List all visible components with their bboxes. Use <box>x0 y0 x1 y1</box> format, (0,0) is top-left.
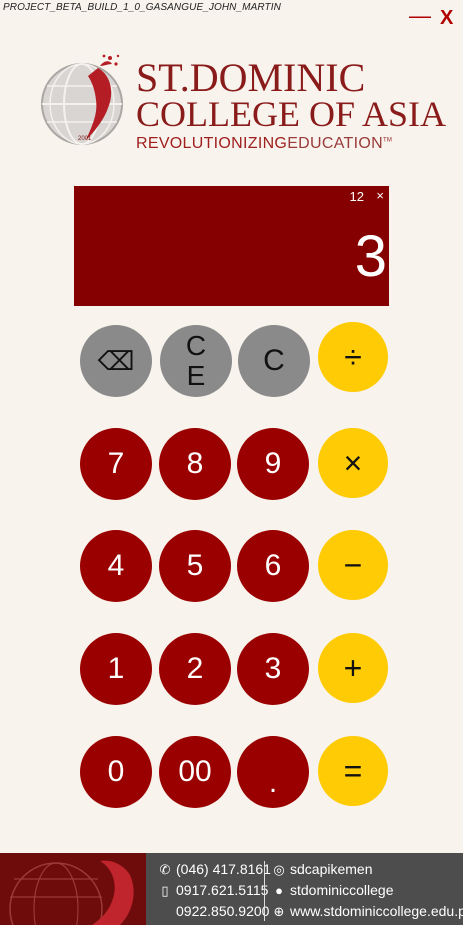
key-6[interactable]: 6 <box>237 530 309 602</box>
digit-count: 12 <box>349 189 364 204</box>
instagram-handle: sdcapikemen <box>290 861 373 877</box>
footer-banner: ✆ (046) 417.8161 ▯ 0917.621.5115 0922.850.… <box>0 853 463 925</box>
clear-button[interactable]: C <box>238 325 310 397</box>
mobile-number-2: 0922.850.9200 <box>176 903 270 919</box>
plus-button[interactable]: + <box>318 633 388 703</box>
backspace-button[interactable]: ⌫ <box>80 325 152 397</box>
college-logo: 2001 ST.DOMINIC COLLEGE OF ASIA REVOLUTI… <box>38 48 446 158</box>
globe-icon <box>41 54 123 145</box>
logo-tagline: REVOLUTIONIZINGEDUCATIONTM <box>136 135 393 152</box>
close-button[interactable]: X <box>440 8 453 28</box>
key-0[interactable]: 0 <box>80 736 152 808</box>
instagram-icon: ◎ <box>273 862 285 877</box>
globe-year: 2001 <box>78 136 92 142</box>
key-1[interactable]: 1 <box>80 633 152 705</box>
footer-artwork <box>0 853 146 925</box>
website-url: www.stdominiccollege.edu.ph <box>290 903 463 919</box>
equals-button[interactable]: = <box>318 736 388 806</box>
calculator-display: 12 × 3 <box>74 186 389 306</box>
key-8[interactable]: 8 <box>159 428 231 500</box>
multiply-button[interactable]: × <box>318 428 388 498</box>
backspace-icon: ⌫ <box>97 345 135 376</box>
key-2[interactable]: 2 <box>159 633 231 705</box>
phone-number: (046) 417.8161 <box>176 861 271 877</box>
logo-line1: ST.DOMINIC <box>136 55 366 100</box>
globe-web-icon: ⊕ <box>273 904 285 919</box>
divide-button[interactable]: ÷ <box>318 322 388 392</box>
key-9[interactable]: 9 <box>237 428 309 500</box>
minus-button[interactable]: − <box>318 530 388 600</box>
key-4[interactable]: 4 <box>80 530 152 602</box>
facebook-handle: stdominiccollege <box>290 882 394 898</box>
key-00[interactable]: 00 <box>159 736 231 808</box>
minimize-button[interactable]: — <box>409 5 431 27</box>
phone-icon: ✆ <box>159 862 171 877</box>
mobile-number-1: 0917.621.5115 <box>176 882 269 898</box>
mobile-icon: ▯ <box>161 883 169 898</box>
footer-divider <box>264 861 265 921</box>
contact-numbers: ✆ (046) 417.8161 ▯ 0917.621.5115 0922.850.… <box>158 859 271 922</box>
key-5[interactable]: 5 <box>159 530 231 602</box>
social-links: ◎ sdcapikemen ● stdominiccollege ⊕ www.stdo… <box>272 859 463 922</box>
window-title: PROJECT_BETA_BUILD_1_0_GASANGUE_JOHN_MAR… <box>3 2 281 13</box>
decimal-button[interactable]: . <box>237 736 309 808</box>
clear-entry-button[interactable]: CE <box>160 325 232 397</box>
key-7[interactable]: 7 <box>80 428 152 500</box>
key-3[interactable]: 3 <box>237 633 309 705</box>
display-value: 3 <box>354 224 387 289</box>
facebook-icon: ● <box>275 883 283 898</box>
clear-history-icon[interactable]: × <box>376 188 384 203</box>
logo-line2: COLLEGE OF ASIA <box>136 94 447 134</box>
